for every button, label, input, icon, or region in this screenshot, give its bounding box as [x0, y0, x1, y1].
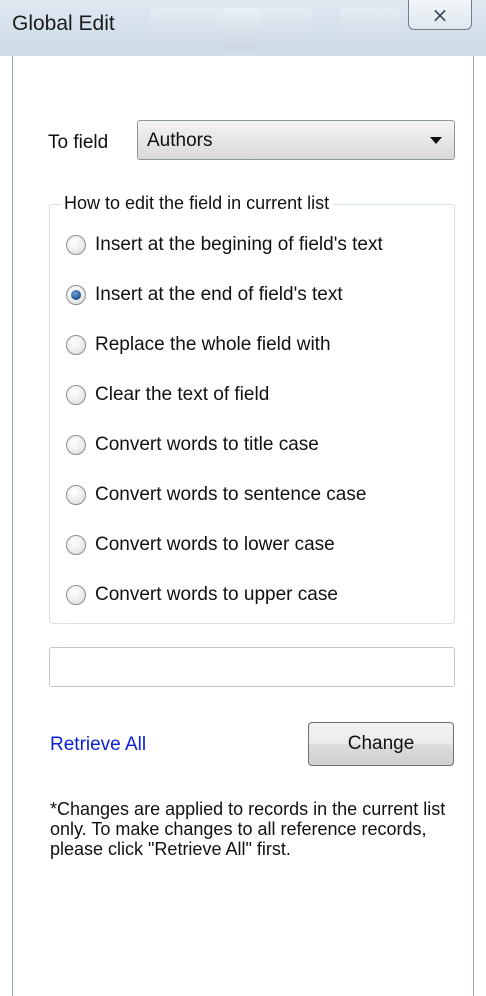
- radio-label: Insert at the begining of field's text: [95, 234, 383, 255]
- radio-label: Insert at the end of field's text: [95, 284, 343, 305]
- edit-text-input[interactable]: [49, 647, 455, 687]
- close-icon: ×: [431, 3, 449, 27]
- radio-button[interactable]: [66, 385, 86, 405]
- edit-mode-legend: How to edit the field in current list: [60, 193, 334, 214]
- radio-replace-whole[interactable]: Replace the whole field with: [66, 332, 331, 358]
- radio-title-case[interactable]: Convert words to title case: [66, 432, 319, 458]
- radio-button[interactable]: [66, 285, 86, 305]
- change-button[interactable]: Change: [308, 722, 454, 766]
- radio-insert-beginning[interactable]: Insert at the begining of field's text: [66, 232, 383, 258]
- global-edit-window: Global Edit × To field Authors How to ed…: [0, 0, 486, 996]
- radio-sentence-case[interactable]: Convert words to sentence case: [66, 482, 366, 508]
- to-field-label: To field: [48, 132, 109, 153]
- note-text: *Changes are applied to records in the c…: [50, 799, 446, 859]
- to-field-select[interactable]: Authors: [137, 120, 455, 160]
- radio-label: Convert words to sentence case: [95, 484, 367, 505]
- radio-clear-text[interactable]: Clear the text of field: [66, 382, 269, 408]
- radio-button[interactable]: [66, 435, 86, 455]
- radio-lower-case[interactable]: Convert words to lower case: [66, 532, 335, 558]
- radio-label: Convert words to title case: [95, 434, 319, 455]
- radio-button[interactable]: [66, 335, 86, 355]
- radio-upper-case[interactable]: Convert words to upper case: [66, 582, 338, 608]
- dropdown-arrow-icon: [430, 137, 442, 144]
- title-bar: Global Edit ×: [0, 0, 486, 56]
- radio-button[interactable]: [66, 535, 86, 555]
- edit-mode-group: [49, 204, 455, 624]
- radio-label: Clear the text of field: [95, 384, 270, 405]
- to-field-selected-value: Authors: [147, 130, 213, 151]
- radio-label: Convert words to lower case: [95, 534, 335, 555]
- radio-button[interactable]: [66, 585, 86, 605]
- close-button[interactable]: ×: [408, 0, 472, 30]
- background-ghost: [340, 8, 400, 50]
- radio-button[interactable]: [66, 235, 86, 255]
- background-ghost: [222, 8, 312, 50]
- radio-label: Convert words to upper case: [95, 584, 338, 605]
- radio-insert-end[interactable]: Insert at the end of field's text: [66, 282, 343, 308]
- radio-button[interactable]: [66, 485, 86, 505]
- retrieve-all-link[interactable]: Retrieve All: [50, 734, 146, 756]
- radio-label: Replace the whole field with: [95, 334, 331, 355]
- window-title: Global Edit: [12, 12, 115, 35]
